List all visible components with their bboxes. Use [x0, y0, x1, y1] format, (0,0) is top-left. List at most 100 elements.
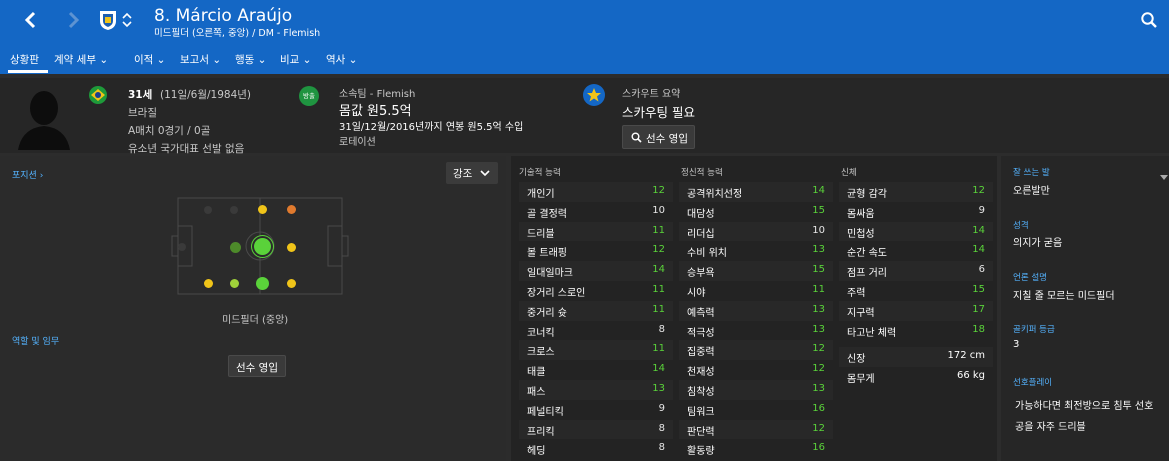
- attribute-value: 12: [652, 244, 665, 256]
- personality-value: 의지가 굳음: [1013, 238, 1063, 249]
- attribute-name: 페널티킥: [527, 406, 564, 418]
- title-bar: 8. Márcio Araújo 미드필더 (오른쪽, 중앙) / DM - F…: [0, 0, 1169, 42]
- attribute-name: 승부욕: [687, 268, 715, 280]
- switch-player-icon[interactable]: [121, 10, 133, 30]
- attribute-row[interactable]: 장거리 스로인 11: [519, 281, 673, 301]
- attribute-row[interactable]: 적극성 13: [679, 321, 833, 341]
- attribute-row[interactable]: 신장 172 cm: [839, 347, 993, 367]
- media-label: 언론 설명: [1013, 273, 1047, 283]
- attribute-row[interactable]: 천재성 12: [679, 360, 833, 380]
- scout-recruit-label: 선수 영입: [646, 133, 688, 145]
- technical-header: 기술적 능력: [519, 168, 561, 178]
- attribute-name: 일대일마크: [527, 268, 573, 280]
- tab-actions[interactable]: 행동 ⌄: [235, 52, 266, 67]
- tab-overview[interactable]: 상황판: [10, 52, 39, 67]
- attribute-row[interactable]: 점프 거리 6: [839, 261, 993, 281]
- attribute-value: 16: [812, 442, 825, 454]
- details-panel: 잘 쓰는 발 오른발만 성격 의지가 굳음 언론 설명 지칠 줄 모르는 미드필…: [1001, 156, 1169, 461]
- attribute-value: 10: [812, 224, 825, 236]
- collapse-icon[interactable]: [1160, 166, 1168, 180]
- attribute-row[interactable]: 공격위치선정 14: [679, 182, 833, 202]
- attribute-row[interactable]: 일대일마크 14: [519, 261, 673, 281]
- attribute-row[interactable]: 드리블 11: [519, 221, 673, 242]
- position-dot: [287, 205, 296, 214]
- tab-reports[interactable]: 보고서 ⌄: [180, 52, 221, 67]
- position-dot: [258, 205, 267, 214]
- attribute-row[interactable]: 몸무게 66 kg: [839, 367, 993, 387]
- attribute-name: 침착성: [687, 387, 715, 398]
- tab-contract[interactable]: 계약 세부 ⌄: [54, 52, 108, 67]
- attribute-row[interactable]: 순간 속도 14: [839, 241, 993, 261]
- attribute-row[interactable]: 패스 13: [519, 380, 673, 400]
- attribute-row[interactable]: 수비 위치 13: [679, 241, 833, 261]
- highlight-dropdown[interactable]: 강조: [446, 162, 498, 184]
- attribute-value: 10: [652, 204, 665, 216]
- attribute-row[interactable]: 프리킥 8: [519, 419, 673, 440]
- attribute-row[interactable]: 승부욕 15: [679, 261, 833, 281]
- attribute-value: 11: [652, 303, 665, 315]
- search-icon[interactable]: [1140, 11, 1158, 29]
- attribute-row[interactable]: 균형 감각 12: [839, 182, 993, 202]
- attribute-row[interactable]: 코너킥 8: [519, 321, 673, 341]
- tab-compare[interactable]: 비교 ⌄: [280, 52, 311, 67]
- attribute-row[interactable]: 골 결정력 10: [519, 202, 673, 222]
- attribute-row[interactable]: 활동량 16: [679, 439, 833, 459]
- attribute-name: 중거리 슛: [527, 307, 567, 319]
- attribute-row[interactable]: 몸싸움 9: [839, 202, 993, 222]
- scout-label: 스카우트 요약: [622, 89, 681, 100]
- attribute-row[interactable]: 페널티킥 9: [519, 400, 673, 420]
- attribute-name: 크로스: [527, 347, 555, 359]
- tab-active-underline: [8, 70, 48, 73]
- attribute-name: 개인기: [527, 189, 555, 200]
- attribute-row[interactable]: 주력 15: [839, 281, 993, 301]
- attribute-value: 14: [652, 363, 665, 375]
- attribute-row[interactable]: 타고난 체력 18: [839, 321, 993, 341]
- attribute-row[interactable]: 개인기 12: [519, 182, 673, 202]
- physical-header: 신체: [841, 168, 857, 178]
- attribute-name: 수비 위치: [687, 248, 727, 260]
- tab-transfer[interactable]: 이적 ⌄: [134, 52, 165, 67]
- positions-link[interactable]: 포지션 ›: [12, 168, 43, 181]
- attribute-value: 18: [972, 323, 985, 335]
- attribute-row[interactable]: 대담성 15: [679, 202, 833, 222]
- attribute-value: 8: [658, 442, 665, 454]
- attribute-row[interactable]: 크로스 11: [519, 340, 673, 361]
- attribute-row[interactable]: 침착성 13: [679, 380, 833, 400]
- attribute-row[interactable]: 리더십 10: [679, 221, 833, 242]
- attribute-row[interactable]: 지구력 17: [839, 300, 993, 321]
- attribute-value: 9: [978, 204, 985, 216]
- attribute-row[interactable]: 헤딩 8: [519, 439, 673, 459]
- attribute-name: 코너킥: [527, 327, 555, 339]
- attribute-row[interactable]: 집중력 12: [679, 340, 833, 361]
- recruit-button[interactable]: 선수 영입: [228, 355, 286, 377]
- attribute-value: 11: [652, 224, 665, 236]
- pitch-dots: [170, 192, 350, 302]
- attribute-row[interactable]: 예측력 13: [679, 300, 833, 321]
- attribute-row[interactable]: 볼 트래핑 12: [519, 241, 673, 261]
- attribute-name: 주력: [847, 288, 866, 299]
- attribute-row[interactable]: 판단력 12: [679, 419, 833, 440]
- highlight-label: 강조: [453, 168, 473, 180]
- position-panel: 포지션 › 강조 미드필더 (중앙) 역할 및 임무 선수 영입: [0, 156, 506, 461]
- preferred-move: 가능하다면 최전방으로 침투 선호: [1015, 401, 1154, 412]
- tab-history[interactable]: 역사 ⌄: [326, 52, 357, 67]
- player-value: 몸값 원5.5억: [339, 104, 412, 119]
- attribute-row[interactable]: 중거리 슛 11: [519, 300, 673, 321]
- personality-label: 성격: [1013, 221, 1029, 231]
- attribute-row[interactable]: 민첩성 14: [839, 221, 993, 242]
- position-dot: [178, 243, 186, 251]
- forward-icon[interactable]: [62, 9, 84, 31]
- attribute-name: 장거리 스로인: [527, 288, 586, 299]
- attribute-value: 11: [652, 284, 665, 295]
- club-label: 소속팀 - Flemish: [339, 89, 416, 100]
- attribute-row[interactable]: 시야 11: [679, 281, 833, 301]
- attribute-name: 프리킥: [527, 426, 555, 438]
- attribute-name: 패스: [527, 387, 546, 398]
- tab-bar: 상황판 계약 세부 ⌄ 이적 ⌄ 보고서 ⌄ 행동 ⌄ 비교 ⌄ 역사 ⌄: [0, 42, 1169, 74]
- back-icon[interactable]: [20, 9, 42, 31]
- attribute-value: 13: [812, 244, 825, 256]
- attribute-row[interactable]: 팀워크 16: [679, 400, 833, 420]
- attribute-row[interactable]: 태클 14: [519, 360, 673, 380]
- attribute-name: 헤딩: [527, 446, 546, 458]
- scout-recruit-button[interactable]: 선수 영입: [622, 125, 695, 149]
